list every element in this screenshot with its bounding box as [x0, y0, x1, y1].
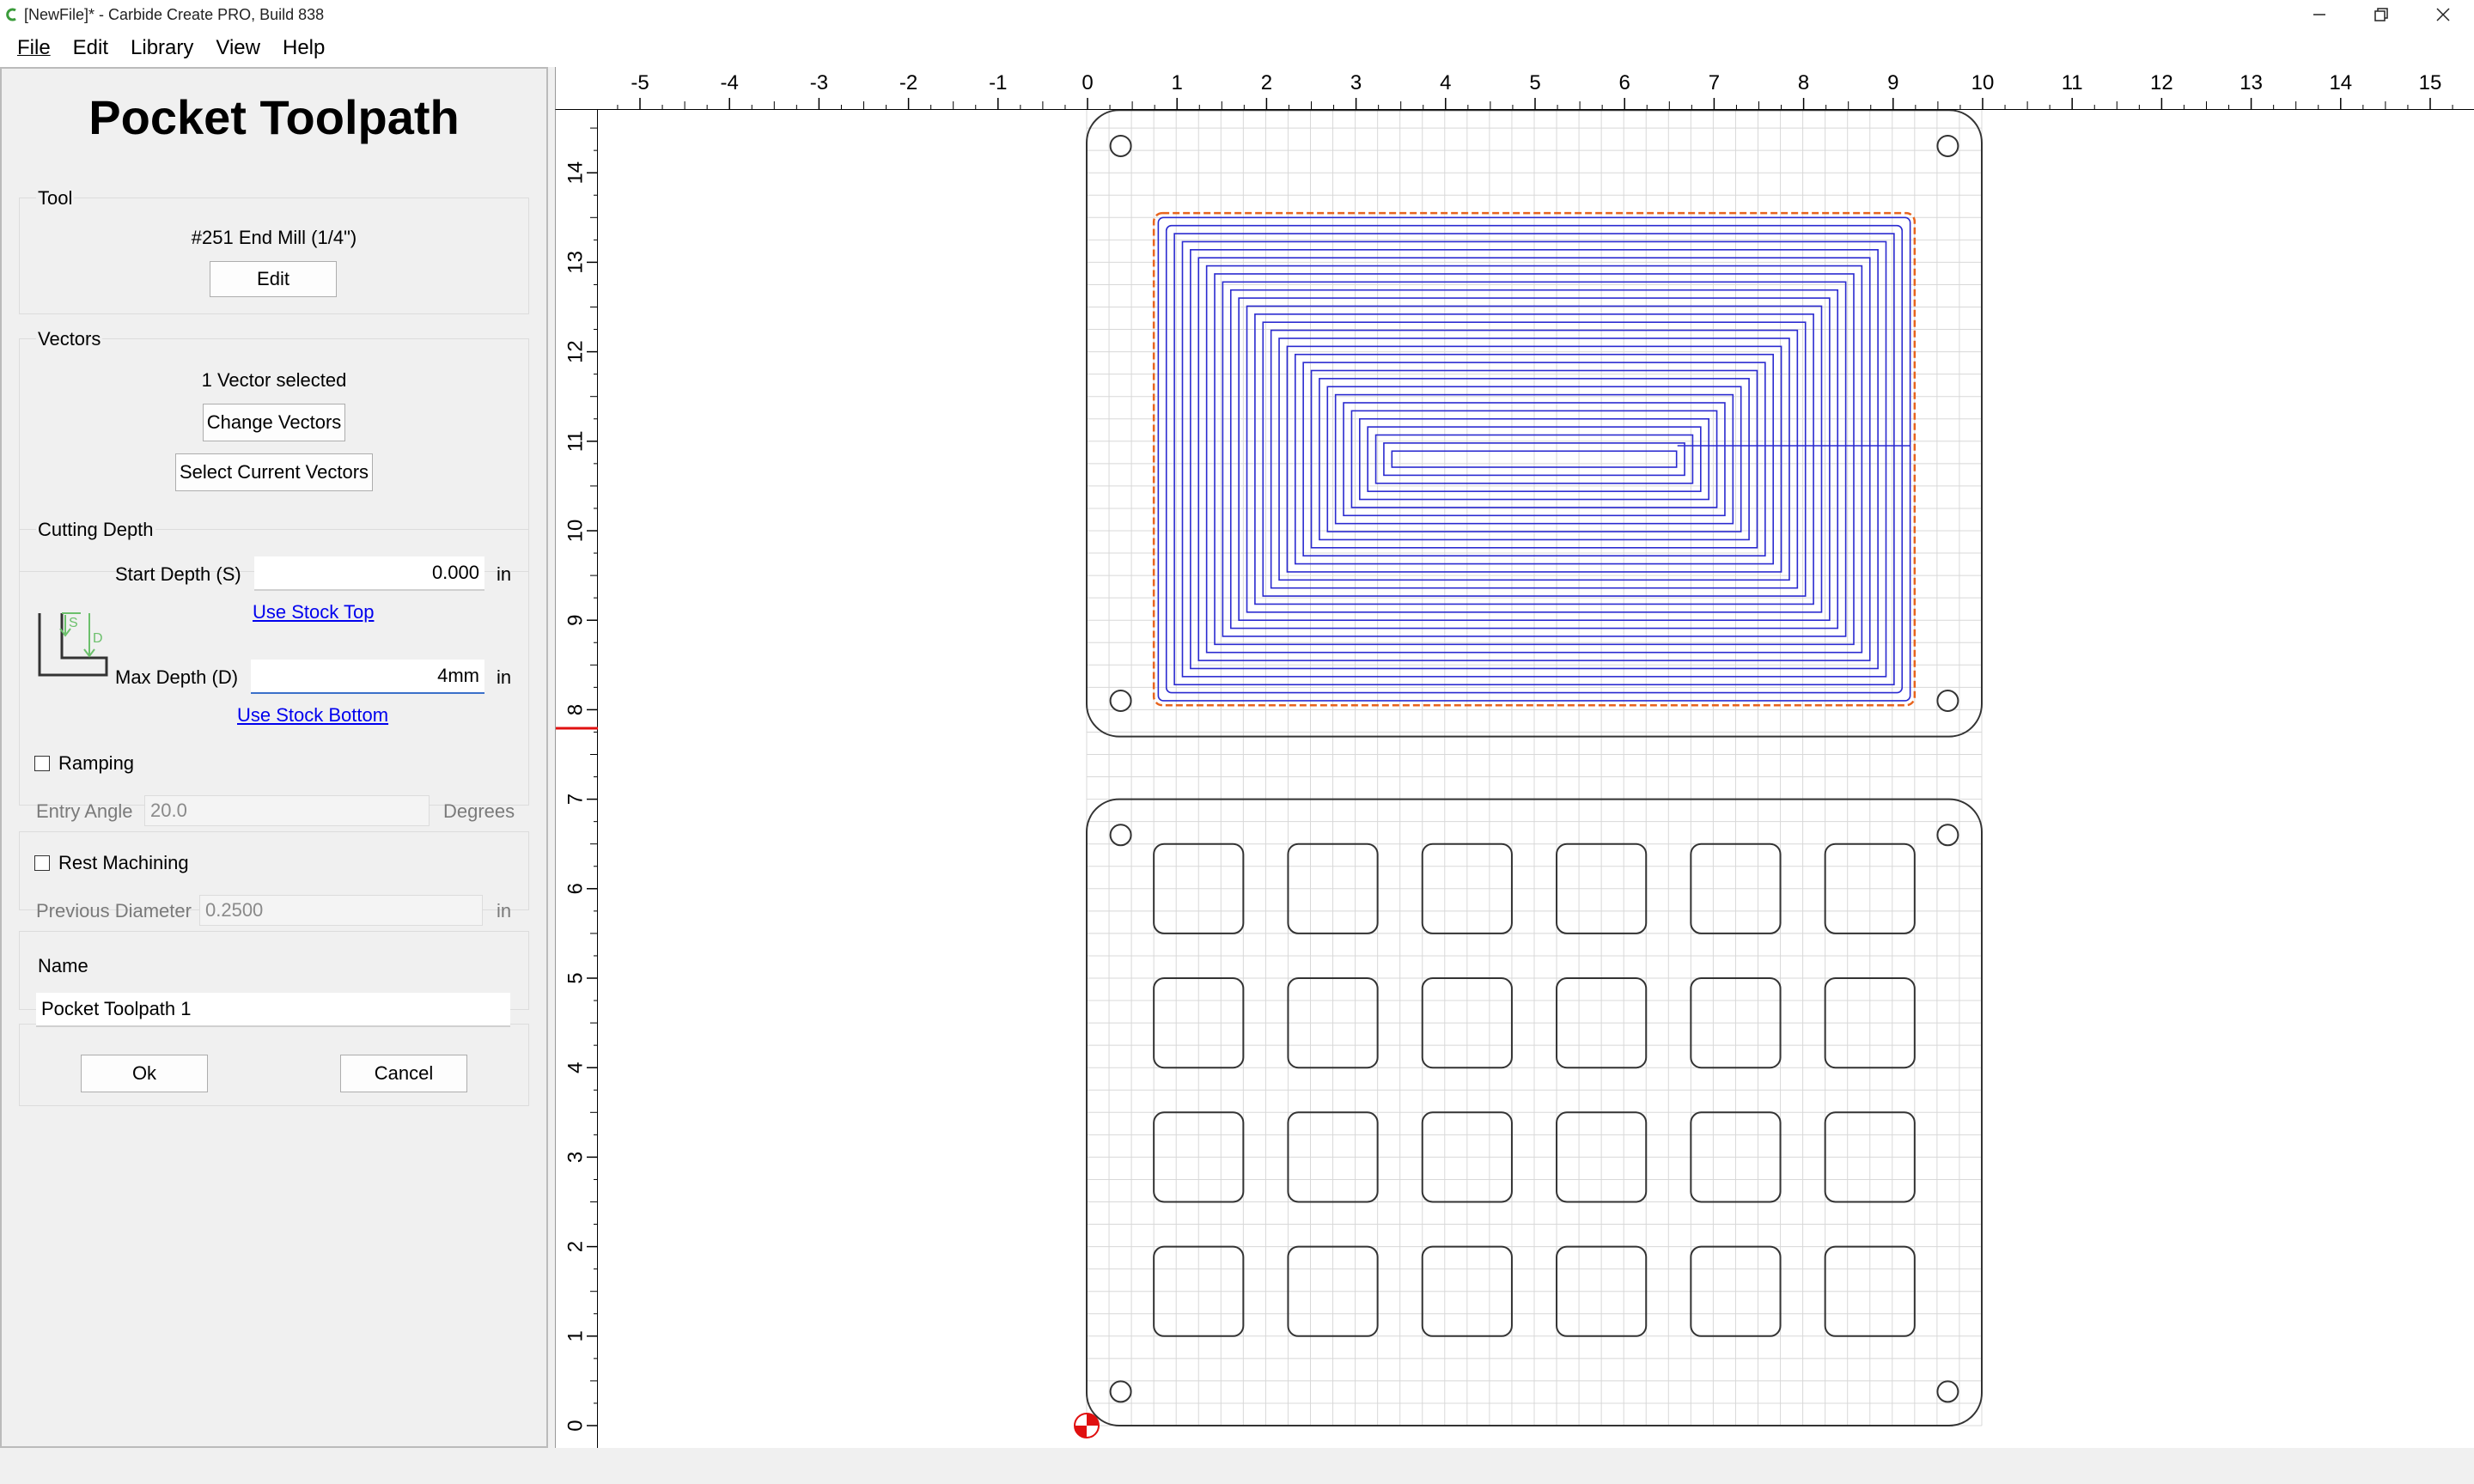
ruler-label: 1	[564, 1330, 587, 1341]
mounting-hole	[1936, 824, 1959, 847]
entry-angle-unit: Degrees	[443, 800, 515, 822]
menu-bar: File Edit Library View Help	[0, 29, 2474, 67]
ruler-label: 11	[2062, 71, 2083, 94]
ruler-label: 15	[2419, 71, 2442, 94]
ruler-label: 5	[1529, 71, 1540, 94]
toolpath-name-input[interactable]: Pocket Toolpath 1	[36, 993, 510, 1027]
depth-diagram-icon: S D	[36, 610, 110, 682]
ramping-label: Ramping	[58, 752, 135, 774]
window-title: [NewFile]* - Carbide Create PRO, Build 8…	[24, 5, 325, 23]
vertical-ruler-ticks: 01234567891011121314	[556, 105, 599, 1432]
previous-diameter-input[interactable]: 0.2500	[199, 895, 483, 926]
rest-machining-label: Rest Machining	[58, 852, 189, 873]
start-depth-input[interactable]: 0.000	[254, 556, 484, 591]
panel-title: Pocket Toolpath	[88, 90, 460, 144]
ruler-label: 3	[564, 1152, 587, 1163]
ok-button[interactable]: Ok	[81, 1055, 208, 1092]
ruler-label: 5	[564, 972, 587, 983]
ruler-label: 0	[1082, 71, 1093, 94]
menu-help[interactable]: Help	[279, 36, 328, 60]
entry-angle-input[interactable]: 20.0	[144, 795, 430, 826]
close-icon[interactable]	[2412, 0, 2474, 29]
previous-diameter-label: Previous Diameter	[36, 900, 192, 921]
mounting-hole	[1936, 134, 1959, 157]
ruler-label: 2	[564, 1241, 587, 1252]
pocket-toolpath-panel: Pocket Toolpath Tool #251 End Mill (1/4"…	[0, 67, 548, 1448]
ruler-label: -5	[631, 71, 649, 94]
horizontal-ruler: -5 -4 -3 -2 -1 0 1 2 3 4 5 6 7 8 9 10 11 12 13 14 15	[555, 67, 2474, 110]
ruler-label: 7	[564, 794, 587, 805]
ruler-label: 10	[564, 520, 587, 543]
cancel-button[interactable]: Cancel	[340, 1055, 467, 1092]
ruler-label: 8	[1798, 71, 1809, 94]
ruler-label: 2	[1261, 71, 1272, 94]
cutting-depth-label: Cutting Depth	[36, 519, 155, 541]
design-canvas-drawing[interactable]	[598, 109, 2474, 1448]
diagram-s-label: S	[69, 616, 78, 630]
ruler-label: 6	[1619, 71, 1630, 94]
status-bar	[0, 1448, 2474, 1484]
ramping-checkbox[interactable]	[34, 756, 50, 771]
edit-tool-button[interactable]: Edit	[210, 261, 337, 297]
max-depth-label: Max Depth (D)	[115, 666, 239, 688]
use-stock-top-link[interactable]: Use Stock Top	[253, 601, 374, 623]
ruler-label: 12	[2150, 71, 2173, 94]
ruler-label: 13	[2239, 71, 2263, 94]
change-vectors-button[interactable]: Change Vectors	[203, 404, 345, 441]
mounting-hole	[1936, 1380, 1959, 1403]
max-depth-input[interactable]: 4mm	[251, 660, 484, 694]
mounting-hole	[1109, 134, 1132, 157]
vectors-group-label: Vectors	[36, 328, 103, 350]
use-stock-bottom-link[interactable]: Use Stock Bottom	[237, 704, 388, 727]
ruler-label: 8	[564, 704, 587, 715]
diagram-d-label: D	[93, 631, 103, 646]
ruler-label: 11	[564, 430, 587, 452]
max-depth-unit: in	[497, 666, 512, 688]
ruler-label: 1	[1172, 71, 1183, 94]
name-group-label: Name	[36, 955, 90, 977]
entry-angle-label: Entry Angle	[36, 800, 133, 822]
start-depth-unit: in	[497, 563, 512, 585]
ruler-label: 14	[2329, 71, 2352, 94]
ruler-label: 4	[1440, 71, 1451, 94]
design-canvas[interactable]	[598, 109, 2474, 1448]
ruler-label: 9	[564, 615, 587, 626]
previous-diameter-unit: in	[497, 900, 512, 921]
carbide-create-app-icon	[5, 8, 17, 21]
rest-machining-checkbox[interactable]	[34, 855, 50, 871]
minimize-icon[interactable]	[2288, 0, 2350, 29]
ruler-label: -1	[989, 71, 1007, 94]
ruler-label: 4	[564, 1062, 587, 1073]
vertical-ruler: 0 1 2 3 4 5 6 7 8 9 10 11 12 13 14	[555, 105, 599, 1448]
ruler-label: 14	[564, 161, 587, 185]
restore-icon[interactable]	[2350, 0, 2412, 29]
ruler-label: -2	[899, 71, 917, 94]
ruler-label: 3	[1350, 71, 1362, 94]
mounting-hole	[1109, 1380, 1132, 1403]
menu-library[interactable]: Library	[127, 36, 197, 60]
ruler-label: 7	[1709, 71, 1720, 94]
ruler-label: 12	[564, 340, 587, 363]
ruler-label: -3	[810, 71, 828, 94]
mounting-hole	[1109, 689, 1132, 712]
ruler-label: -4	[721, 71, 739, 94]
menu-file[interactable]: File	[14, 36, 54, 60]
mounting-hole	[1936, 689, 1959, 712]
mounting-hole	[1109, 824, 1132, 847]
vectors-status: 1 Vector selected	[201, 369, 347, 391]
menu-view[interactable]: View	[212, 36, 264, 60]
ruler-label: 0	[564, 1420, 587, 1431]
tool-group-label: Tool	[36, 187, 75, 210]
ruler-label: 13	[564, 251, 587, 274]
select-current-vectors-button[interactable]: Select Current Vectors	[175, 453, 373, 491]
ruler-label: 10	[1971, 71, 1995, 94]
origin-marker-icon	[1074, 1413, 1100, 1438]
ruler-label: 9	[1887, 71, 1898, 94]
horizontal-ruler-ticks: -5 -4 -3 -2 -1 0 1 2 3 4 5 6 7 8 9 10 11 12 13 14 15	[617, 71, 2453, 110]
window-title-bar: [NewFile]* - Carbide Create PRO, Build 8…	[0, 0, 2474, 29]
ruler-label: 6	[564, 883, 587, 894]
start-depth-label: Start Depth (S)	[115, 563, 241, 585]
tool-name: #251 End Mill (1/4")	[191, 227, 357, 248]
menu-edit[interactable]: Edit	[70, 36, 112, 60]
